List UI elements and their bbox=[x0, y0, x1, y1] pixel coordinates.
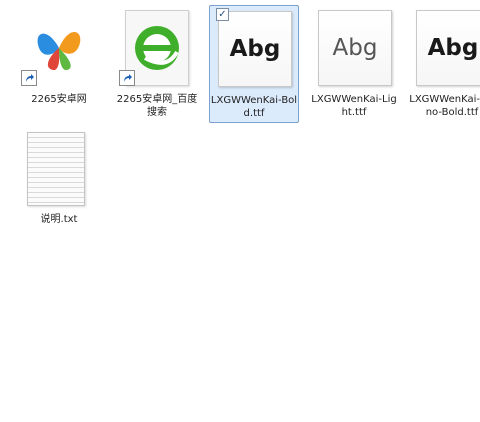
selection-checkbox[interactable]: ✓ bbox=[216, 8, 229, 21]
font-file-icon: Abg ✓ bbox=[214, 8, 294, 89]
file-name-label: 说明.txt bbox=[40, 214, 78, 225]
font-preview: Abg bbox=[218, 11, 292, 87]
font-preview: Abg bbox=[416, 10, 480, 86]
font-file-icon: Abg bbox=[314, 8, 394, 88]
file-item-2265-baidu-shortcut[interactable]: 2265安卓网_百度搜索 bbox=[112, 5, 202, 123]
file-name-label: 2265安卓网_百度搜索 bbox=[116, 94, 198, 118]
file-name-label: LXGWWenKai-Bold.ttf bbox=[210, 95, 298, 119]
msn-butterfly-icon bbox=[19, 8, 99, 88]
file-item-lxgw-mono-bold[interactable]: Abg LXGWWenKai-Mono-Bold.ttf bbox=[407, 5, 480, 123]
file-name-label: 2265安卓网 bbox=[31, 94, 87, 105]
shortcut-arrow-icon bbox=[119, 70, 135, 86]
360-browser-icon bbox=[117, 8, 197, 88]
file-item-readme-txt[interactable]: 说明.txt bbox=[14, 125, 104, 243]
file-item-2265-shortcut[interactable]: 2265安卓网 bbox=[14, 5, 104, 123]
desktop-file-area: 2265安卓网 2265安卓网_百度搜索 Abg ✓ LXGWWenKai-Bo… bbox=[0, 0, 480, 422]
file-item-lxgw-light[interactable]: Abg LXGWWenKai-Light.ttf bbox=[309, 5, 399, 123]
font-preview: Abg bbox=[318, 10, 392, 86]
font-file-icon: Abg bbox=[412, 8, 480, 88]
file-name-label: LXGWWenKai-Mono-Bold.ttf bbox=[409, 94, 480, 118]
file-name-label: LXGWWenKai-Light.ttf bbox=[311, 94, 397, 118]
shortcut-arrow-icon bbox=[21, 70, 37, 86]
text-file-icon bbox=[19, 128, 99, 208]
file-item-lxgw-bold[interactable]: Abg ✓ LXGWWenKai-Bold.ttf bbox=[209, 5, 299, 123]
